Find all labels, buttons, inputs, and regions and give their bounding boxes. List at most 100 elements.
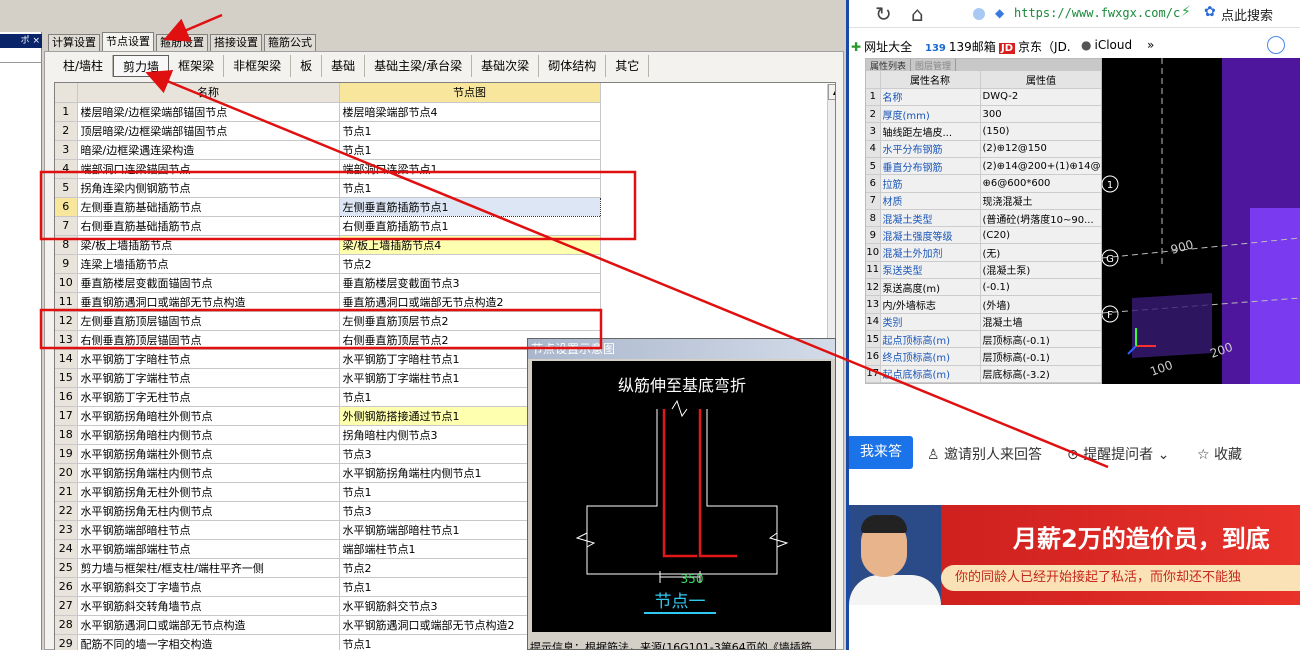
node-diagram-cell[interactable]: 节点2 [339, 254, 601, 274]
address-bar[interactable]: https://www.fwxgx.com/c [1014, 6, 1180, 20]
node-name-cell[interactable]: 左侧垂直筋基础插筋节点 [77, 197, 340, 217]
node-name-cell[interactable]: 剪力墙与框架柱/框支柱/端柱平齐一侧 [77, 558, 340, 578]
table-row[interactable]: 21 水平钢筋拐角无柱外侧节点 节点1 [55, 482, 601, 502]
invite-answer-button[interactable]: ♙ 邀请别人来回答 [927, 444, 1042, 464]
bookmarks-overflow[interactable]: » [1147, 38, 1154, 52]
node-name-cell[interactable]: 水平钢筋丁字暗柱节点 [77, 349, 340, 369]
node-name-cell[interactable]: 连梁上墙插筋节点 [77, 254, 340, 274]
table-row[interactable]: 1 楼层暗梁/边框梁端部锚固节点 楼层暗梁端部节点4 [55, 102, 601, 122]
node-name-cell[interactable]: 左侧垂直筋顶层锚固节点 [77, 311, 340, 331]
table-row[interactable]: 26 水平钢筋斜交丁字墙节点 节点1 [55, 577, 601, 597]
node-name-cell[interactable]: 水平钢筋斜交丁字墙节点 [77, 577, 340, 597]
table-row[interactable]: 12 左侧垂直筋顶层锚固节点 左侧垂直筋顶层节点2 [55, 311, 601, 331]
bookmark-139-mail[interactable]: 139 139邮箱 [925, 38, 996, 55]
table-row[interactable]: 3 暗梁/边框梁遇连梁构造 节点1 [55, 140, 601, 160]
site-info-icon[interactable] [973, 8, 985, 20]
node-name-cell[interactable]: 水平钢筋拐角无柱外侧节点 [77, 482, 340, 502]
reload-icon[interactable]: ↻ [875, 2, 892, 26]
node-name-cell[interactable]: 水平钢筋拐角端柱外侧节点 [77, 444, 340, 464]
node-name-cell[interactable]: 右侧垂直筋基础插筋节点 [77, 216, 340, 236]
subtab-other[interactable]: 其它 [606, 55, 650, 77]
scroll-up-icon[interactable]: ▲ [828, 84, 835, 100]
table-row[interactable]: 9 连梁上墙插筋节点 节点2 [55, 254, 601, 274]
subtab-foundation[interactable]: 基础 [322, 55, 366, 77]
preview-titlebar[interactable]: 节点设置示意图 [528, 339, 835, 359]
table-row[interactable]: 4 端部洞口连梁锚固节点 端部洞口连梁节点1 [55, 159, 601, 179]
node-diagram-cell[interactable]: 梁/板上墙插筋节点4 [339, 235, 601, 255]
node-name-cell[interactable]: 水平钢筋丁字端柱节点 [77, 368, 340, 388]
table-row[interactable]: 15 水平钢筋丁字端柱节点 水平钢筋丁字端柱节点1 [55, 368, 601, 388]
node-name-cell[interactable]: 垂直钢筋遇洞口或端部无节点构造 [77, 292, 340, 312]
answer-button[interactable]: 我来答 [849, 436, 913, 469]
node-name-cell[interactable]: 梁/板上墙插筋节点 [77, 235, 340, 255]
node-name-cell[interactable]: 端部洞口连梁锚固节点 [77, 159, 340, 179]
node-name-cell[interactable]: 水平钢筋端部端柱节点 [77, 539, 340, 559]
node-name-cell[interactable]: 水平钢筋拐角暗柱内侧节点 [77, 425, 340, 445]
table-row[interactable]: 24 水平钢筋端部端柱节点 端部端柱节点1 [55, 539, 601, 559]
lightning-icon[interactable]: ⚡ [1181, 4, 1191, 20]
node-name-cell[interactable]: 水平钢筋遇洞口或端部无节点构造 [77, 615, 340, 635]
table-row[interactable]: 20 水平钢筋拐角端柱内侧节点 水平钢筋拐角端柱内侧节点1 [55, 463, 601, 483]
node-diagram-cell[interactable]: 垂直筋遇洞口或端部无节点构造2 [339, 292, 601, 312]
subtab-frame-beam[interactable]: 框架梁 [169, 55, 225, 77]
subtab-shear-wall[interactable]: 剪力墙 [113, 55, 170, 77]
node-name-cell[interactable]: 右侧垂直筋顶层锚固节点 [77, 330, 340, 350]
bookmark-site-directory[interactable]: ✚ 网址大全 [851, 38, 912, 55]
zoom-out-icon[interactable] [1267, 36, 1285, 54]
node-name-cell[interactable]: 水平钢筋斜交转角墙节点 [77, 596, 340, 616]
node-name-cell[interactable]: 水平钢筋丁字无柱节点 [77, 387, 340, 407]
table-row[interactable]: 25 剪力墙与框架柱/框支柱/端柱平齐一侧 节点2 [55, 558, 601, 578]
table-row[interactable]: 2 顶层暗梁/边框梁端部锚固节点 节点1 [55, 121, 601, 141]
node-diagram-cell[interactable]: 节点1 [339, 178, 601, 198]
node-diagram-cell[interactable]: 楼层暗梁端部节点4 [339, 102, 601, 122]
table-row[interactable]: 19 水平钢筋拐角端柱外侧节点 节点3 [55, 444, 601, 464]
subtab-foundation-secondary-beam[interactable]: 基础次梁 [472, 55, 540, 77]
subtab-column[interactable]: 柱/墙柱 [54, 55, 114, 77]
tab-calc-settings[interactable]: 计算设置 [48, 34, 100, 52]
table-row[interactable]: 10 垂直筋楼层变截面锚固节点 垂直筋楼层变截面节点3 [55, 273, 601, 293]
subtab-nonframe-beam[interactable]: 非框架梁 [224, 55, 292, 77]
node-name-cell[interactable]: 拐角连梁内侧钢筋节点 [77, 178, 340, 198]
home-icon[interactable]: ⌂ [911, 2, 924, 26]
table-row[interactable]: 28 水平钢筋遇洞口或端部无节点构造 水平钢筋遇洞口或端部无节点构造2 [55, 615, 601, 635]
subtab-slab[interactable]: 板 [291, 55, 323, 77]
table-row[interactable]: 27 水平钢筋斜交转角墙节点 水平钢筋斜交节点3 [55, 596, 601, 616]
node-diagram-cell[interactable]: 左侧垂直筋插筋节点1 [338, 196, 601, 217]
tab-node-settings[interactable]: 节点设置 [102, 32, 154, 52]
node-diagram-cell[interactable]: 节点1 [339, 121, 601, 141]
node-diagram-cell[interactable]: 左侧垂直筋顶层节点2 [339, 311, 601, 331]
subtab-masonry[interactable]: 砌体结构 [539, 55, 607, 77]
table-row[interactable]: 7 右侧垂直筋基础插筋节点 右侧垂直筋插筋节点1 [55, 216, 601, 236]
node-diagram-cell[interactable]: 节点1 [339, 140, 601, 160]
bookmark-icloud[interactable]: ● iCloud [1081, 38, 1132, 52]
search-shortcut[interactable]: 点此搜索 [1221, 5, 1273, 24]
node-name-cell[interactable]: 水平钢筋拐角端柱内侧节点 [77, 463, 340, 483]
table-row[interactable]: 23 水平钢筋端部暗柱节点 水平钢筋端部暗柱节点1 [55, 520, 601, 540]
table-row[interactable]: 8 梁/板上墙插筋节点 梁/板上墙插筋节点4 [55, 235, 601, 255]
collect-button[interactable]: ☆ 收藏 [1197, 444, 1242, 464]
table-row[interactable]: 13 右侧垂直筋顶层锚固节点 右侧垂直筋顶层节点2 [55, 330, 601, 350]
node-name-cell[interactable]: 垂直筋楼层变截面锚固节点 [77, 273, 340, 293]
node-name-cell[interactable]: 暗梁/边框梁遇连梁构造 [77, 140, 340, 160]
node-name-cell[interactable]: 水平钢筋拐角无柱内侧节点 [77, 501, 340, 521]
tab-stirrup-formula[interactable]: 箍筋公式 [264, 34, 316, 52]
table-row[interactable]: 14 水平钢筋丁字暗柱节点 水平钢筋丁字暗柱节点1 [55, 349, 601, 369]
node-name-cell[interactable]: 水平钢筋拐角暗柱外侧节点 [77, 406, 340, 426]
side-dock-titlebar[interactable]: ポ × [0, 34, 42, 48]
node-diagram-cell[interactable]: 垂直筋楼层变截面节点3 [339, 273, 601, 293]
table-row[interactable]: 29 配筋不同的墙一字相交构造 节点1 [55, 634, 601, 650]
table-row[interactable]: 17 水平钢筋拐角暗柱外侧节点 外侧钢筋搭接通过节点1 [55, 406, 601, 426]
tab-lap-settings[interactable]: 搭接设置 [210, 34, 262, 52]
table-row[interactable]: 22 水平钢筋拐角无柱内侧节点 节点3 [55, 501, 601, 521]
subtab-foundation-main-beam[interactable]: 基础主梁/承台梁 [365, 55, 473, 77]
bookmark-jd[interactable]: JD 京东（JD. [999, 38, 1071, 55]
node-diagram-cell[interactable]: 端部洞口连梁节点1 [339, 159, 601, 179]
table-row[interactable]: 5 拐角连梁内侧钢筋节点 节点1 [55, 178, 601, 198]
node-name-cell[interactable]: 配筋不同的墙一字相交构造 [77, 634, 340, 650]
ad-banner[interactable]: 月薪2万的造价员，到底 你的同龄人已经开始接起了私活，而你却还不能独 [849, 505, 1300, 605]
table-row[interactable]: 18 水平钢筋拐角暗柱内侧节点 拐角暗柱内侧节点3 [55, 425, 601, 445]
table-row[interactable]: 6 左侧垂直筋基础插筋节点 左侧垂直筋插筋节点1 [55, 196, 601, 217]
tab-stirrup-settings[interactable]: 箍筋设置 [156, 34, 208, 52]
node-diagram-cell[interactable]: 右侧垂直筋插筋节点1 [339, 216, 601, 236]
remind-asker-button[interactable]: ⊙ 提醒提问者 ⌄ [1067, 444, 1169, 464]
